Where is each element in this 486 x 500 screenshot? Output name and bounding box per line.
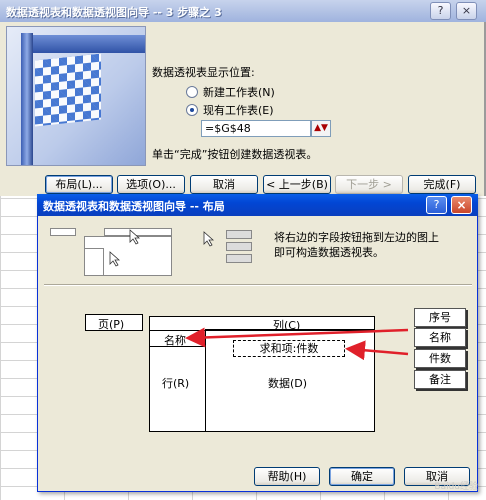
- data-field-sum-count[interactable]: 求和项:件数: [233, 340, 345, 357]
- layout-title: 数据透视表和数据透视图向导 -- 布局: [43, 200, 225, 213]
- help-button[interactable]: 帮助(H): [254, 467, 320, 486]
- field-button-3[interactable]: 件数: [414, 349, 466, 368]
- finish-note: 单击“完成”按钮创建数据透视表。: [152, 148, 318, 161]
- layout-title-bar: 数据透视表和数据透视图向导 -- 布局: [37, 194, 478, 216]
- field-button-1[interactable]: 序号: [414, 308, 466, 327]
- column-area[interactable]: 列(C): [205, 316, 375, 332]
- layout-preview-illustration: [46, 222, 281, 276]
- radio-existing-sheet[interactable]: [186, 104, 198, 116]
- flag-pole: [21, 33, 33, 165]
- pivot-wizard-step3-dialog: 数据透视表和数据透视图向导 -- 3 步骤之 3 ? × 数据透视表显示位置: …: [0, 0, 486, 196]
- layout-close-button[interactable]: ×: [451, 196, 472, 214]
- option-new-sheet-label: 新建工作表(N): [203, 86, 275, 99]
- range-picker-icon[interactable]: ▲▼: [311, 120, 331, 137]
- instruction-line-2: 即可构造数据透视表。: [274, 246, 384, 259]
- instruction-line-1: 将右边的字段按钮拖到左边的图上: [274, 231, 439, 244]
- option-new-sheet[interactable]: 新建工作表(N): [186, 84, 275, 100]
- row-area-label: 行(R): [162, 377, 190, 390]
- flag-top-bar: [33, 35, 145, 53]
- wizard-flag-illustration: [6, 26, 146, 166]
- watermark: Baidu经验: [434, 482, 478, 492]
- data-area-label: 数据(D): [268, 377, 308, 390]
- layout-help-icon[interactable]: ?: [426, 196, 447, 214]
- wizard-title: 数据透视表和数据透视图向导 -- 3 步骤之 3: [6, 6, 222, 19]
- layout-button[interactable]: 布局(L)...: [45, 175, 113, 194]
- field-button-4[interactable]: 备注: [414, 370, 466, 389]
- checkered-flag-icon: [35, 53, 101, 127]
- pivot-layout-dialog: 数据透视表和数据透视图向导 -- 布局 ? × 将右边的字段按钮拖到左边的图上 …: [37, 194, 478, 492]
- row-field-name[interactable]: 名称: [149, 330, 206, 347]
- next-button[interactable]: 下一步 >: [335, 175, 403, 194]
- wizard-help-button[interactable]: ?: [430, 2, 451, 20]
- preview-cursor-icons: [109, 229, 215, 267]
- finish-button[interactable]: 完成(F): [408, 175, 476, 194]
- separator: [44, 284, 472, 286]
- cancel-button[interactable]: 取消: [190, 175, 258, 194]
- wizard-close-button[interactable]: ×: [456, 2, 477, 20]
- layout-instructions: 将右边的字段按钮拖到左边的图上 即可构造数据透视表。: [274, 230, 439, 260]
- option-existing-sheet[interactable]: 现有工作表(E): [186, 102, 274, 118]
- back-button[interactable]: < 上一步(B): [263, 175, 331, 194]
- radio-new-sheet[interactable]: [186, 86, 198, 98]
- wizard-title-bar: 数据透视表和数据透视图向导 -- 3 步骤之 3: [0, 0, 486, 22]
- field-button-2[interactable]: 名称: [414, 328, 466, 347]
- page-area-label: 页(P): [98, 318, 125, 331]
- options-button[interactable]: 选项(O)...: [117, 175, 185, 194]
- ok-button[interactable]: 确定: [329, 467, 395, 486]
- location-heading: 数据透视表显示位置:: [152, 66, 255, 79]
- option-existing-sheet-label: 现有工作表(E): [203, 104, 274, 117]
- location-input[interactable]: =$G$48: [201, 120, 311, 137]
- row-field-name-label: 名称: [164, 334, 186, 347]
- page-area[interactable]: 页(P): [85, 314, 143, 331]
